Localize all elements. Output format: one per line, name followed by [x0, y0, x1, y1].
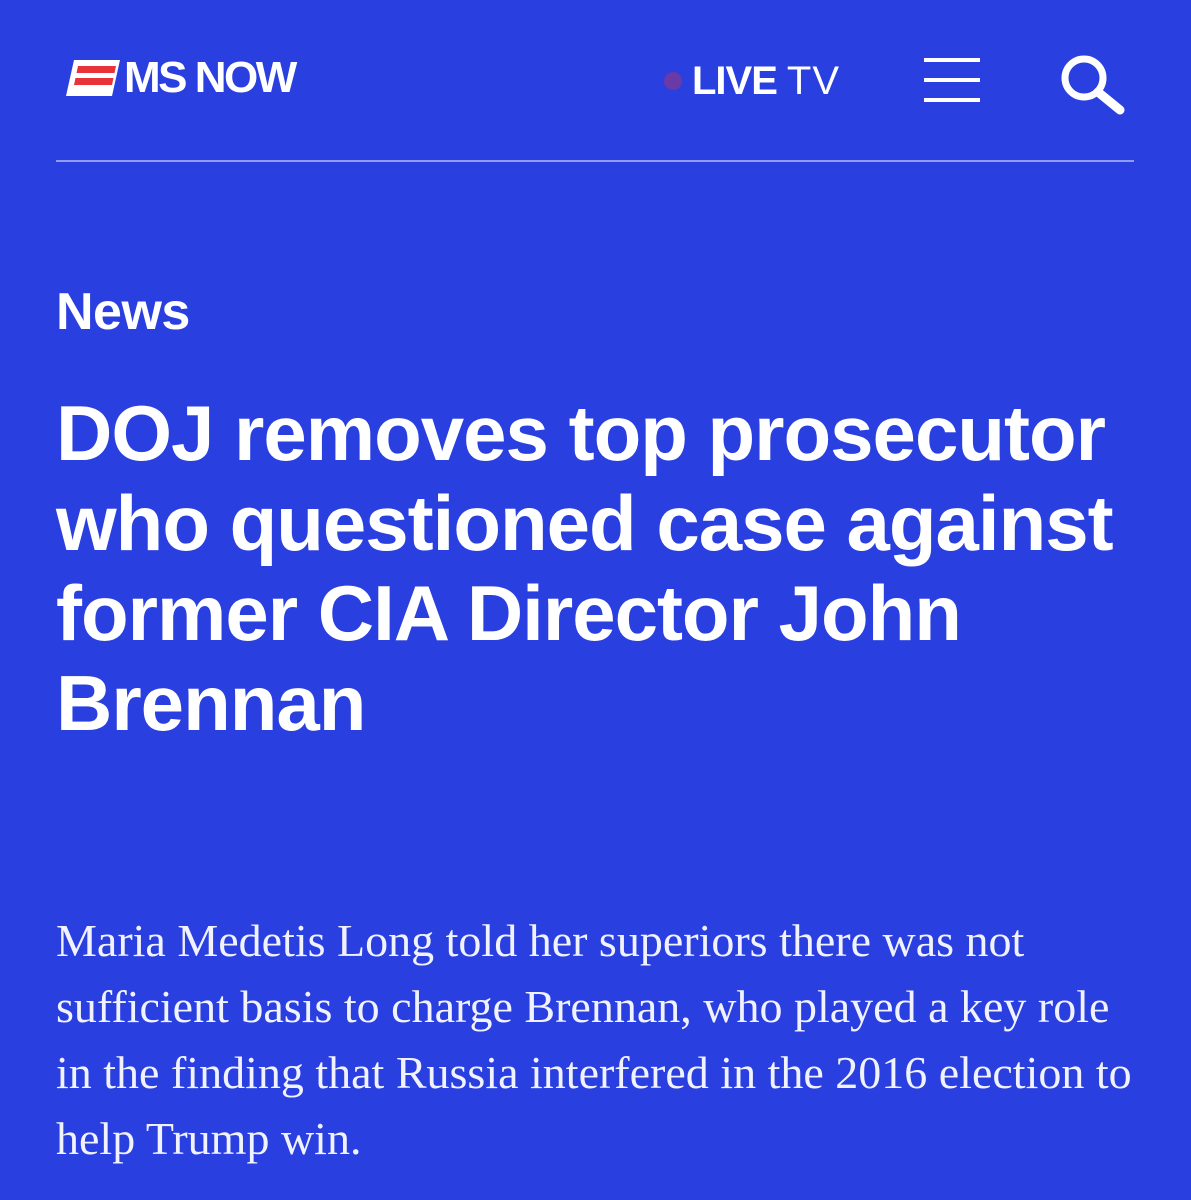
search-icon	[1056, 52, 1128, 116]
menu-button[interactable]	[924, 56, 980, 104]
site-logo[interactable]: MS NOW	[66, 53, 297, 102]
flag-logo-icon	[66, 58, 120, 98]
live-label: LIVE	[692, 58, 778, 103]
hamburger-menu-icon	[924, 56, 980, 104]
logo-wordmark: MS NOW	[124, 53, 297, 102]
header-divider	[56, 160, 1134, 162]
tv-label: TV	[786, 58, 841, 103]
site-header: MS NOW LIVE TV	[0, 0, 1191, 162]
search-button[interactable]	[1056, 52, 1128, 116]
live-tv-link[interactable]: LIVE TV	[664, 56, 840, 106]
article-summary: Maria Medetis Long told her superiors th…	[56, 915, 1132, 1164]
article-headline: DOJ removes top prosecutor who questione…	[56, 389, 1114, 747]
live-dot-icon	[664, 72, 682, 90]
category-link[interactable]: News	[56, 282, 190, 342]
